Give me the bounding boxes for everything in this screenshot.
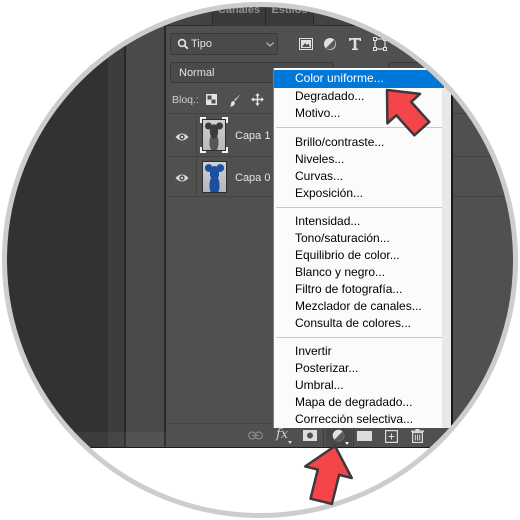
menu-item-posterizar[interactable]: Posterizar...: [274, 360, 444, 377]
blend-mode-value: Normal: [179, 67, 215, 79]
dropdown-triangle-icon: [345, 442, 349, 445]
tab-estilos[interactable]: Estilos: [265, 4, 314, 26]
new-group-icon[interactable]: [357, 431, 372, 441]
divider: [196, 157, 197, 196]
new-layer-icon[interactable]: [385, 430, 398, 443]
dropdown-triangle-icon: [288, 441, 292, 444]
image-filter-icon[interactable]: [299, 38, 313, 50]
tab-label: Estilos: [271, 4, 308, 16]
menu-item-niveles[interactable]: Niveles...: [274, 151, 444, 168]
type-filter-icon[interactable]: [348, 37, 362, 51]
workspace-column: [108, 6, 125, 448]
menu-item-brillo-contraste[interactable]: Brillo/contraste...: [274, 134, 444, 151]
menu-item-correccion-selectiva[interactable]: Corrección selectiva...: [274, 411, 444, 428]
menu-separator: [276, 207, 442, 208]
link-layers-icon[interactable]: [248, 431, 263, 440]
adjustment-filter-icon[interactable]: [323, 37, 337, 51]
adjustment-layer-menu: Color uniforme... Degradado... Motivo...…: [273, 68, 453, 428]
menu-item-motivo[interactable]: Motivo...: [274, 105, 444, 123]
new-adjustment-layer-icon: [332, 429, 345, 442]
divider: [6, 447, 514, 448]
menu-group-tonal: Brillo/contraste... Niveles... Curvas...…: [274, 134, 444, 202]
menu-item-blanco-y-negro[interactable]: Blanco y negro...: [274, 264, 444, 281]
menu-item-tono-saturacion[interactable]: Tono/saturación...: [274, 230, 444, 247]
filter-kind-label: Tipo: [191, 38, 212, 50]
panel-dock-column: [126, 6, 164, 448]
layer-name: Capa 1: [235, 130, 271, 142]
menu-shadow: [451, 68, 453, 428]
menu-separator: [276, 127, 442, 128]
menu-separator: [276, 337, 442, 338]
selection-corner: [200, 117, 206, 123]
shape-filter-icon[interactable]: [373, 37, 387, 51]
divider: [353, 426, 354, 446]
tab-canales[interactable]: Canales: [212, 4, 266, 26]
lock-position-icon[interactable]: [251, 93, 264, 106]
selection-corner: [200, 147, 206, 153]
menu-item-intensidad[interactable]: Intensidad...: [274, 213, 444, 230]
menu-item-mezclador-de-canales[interactable]: Mezclador de canales...: [274, 298, 444, 315]
divider: [323, 426, 324, 446]
menu-item-curvas[interactable]: Curvas...: [274, 168, 444, 185]
layer-filter-dropdown[interactable]: Tipo: [170, 33, 278, 55]
menu-item-mapa-de-degradado[interactable]: Mapa de degradado...: [274, 394, 444, 411]
selection-corner: [222, 147, 228, 153]
status-strip: [6, 432, 166, 447]
menu-item-umbral[interactable]: Umbral...: [274, 377, 444, 394]
photoshop-ui: Canales Estilos Tipo Normal Bloq.: Capa …: [6, 4, 514, 448]
menu-group-other: Invertir Posterizar... Umbral... Mapa de…: [274, 343, 444, 428]
tab-label: Canales: [217, 4, 261, 16]
eye-icon[interactable]: [175, 173, 189, 183]
add-mask-icon[interactable]: [303, 430, 317, 441]
menu-item-exposicion[interactable]: Exposición...: [274, 185, 444, 202]
layer-thumbnail: [202, 161, 227, 193]
menu-group-color: Intensidad... Tono/saturación... Equilib…: [274, 213, 444, 332]
menu-item-consulta-de-colores[interactable]: Consulta de colores...: [274, 315, 444, 332]
circular-crop: Canales Estilos Tipo Normal Bloq.: Capa …: [6, 4, 514, 514]
menu-item-equilibrio-de-color[interactable]: Equilibrio de color...: [274, 247, 444, 264]
fx-button[interactable]: fx: [275, 427, 295, 445]
lock-image-pixels-icon[interactable]: [229, 93, 242, 107]
menu-item-invertir[interactable]: Invertir: [274, 343, 444, 360]
menu-item-color-uniforme[interactable]: Color uniforme...: [274, 70, 444, 88]
selection-corner: [222, 117, 228, 123]
lock-label: Bloq.:: [172, 94, 199, 106]
divider: [196, 114, 197, 156]
menu-item-degradado[interactable]: Degradado...: [274, 88, 444, 106]
menu-group-fill: Color uniforme... Degradado... Motivo...: [274, 70, 444, 123]
layer-name: Capa 0: [235, 172, 271, 184]
fx-icon: fx: [276, 427, 289, 442]
new-adjustment-layer-button[interactable]: [326, 426, 352, 447]
search-icon: [177, 38, 189, 50]
chevron-down-icon: [266, 42, 274, 47]
delete-layer-icon[interactable]: [411, 429, 424, 443]
eye-icon[interactable]: [175, 132, 189, 142]
lock-transparent-pixels-icon[interactable]: [206, 94, 217, 105]
menu-item-filtro-de-fotografia[interactable]: Filtro de fotografía...: [274, 281, 444, 298]
